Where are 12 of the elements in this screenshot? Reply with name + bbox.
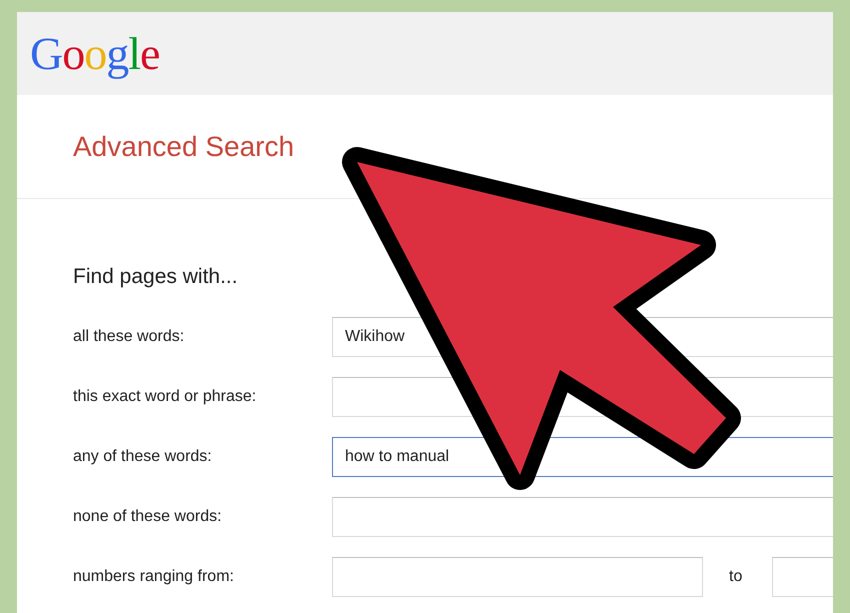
page-title: Advanced Search — [73, 132, 294, 160]
field-label: none of these words: — [73, 507, 222, 527]
range-from-field[interactable] — [332, 557, 703, 597]
field-label: all these words: — [73, 327, 184, 347]
field-label: numbers ranging from: — [73, 567, 234, 587]
range-to-field[interactable] — [772, 557, 833, 597]
section-heading: Find pages with... — [73, 265, 238, 289]
logo[interactable]: Google — [30, 30, 160, 76]
range-separator: to — [729, 567, 742, 587]
text-field[interactable] — [332, 497, 833, 537]
field-label: this exact word or phrase: — [73, 387, 256, 407]
field-label: any of these words: — [73, 447, 212, 467]
